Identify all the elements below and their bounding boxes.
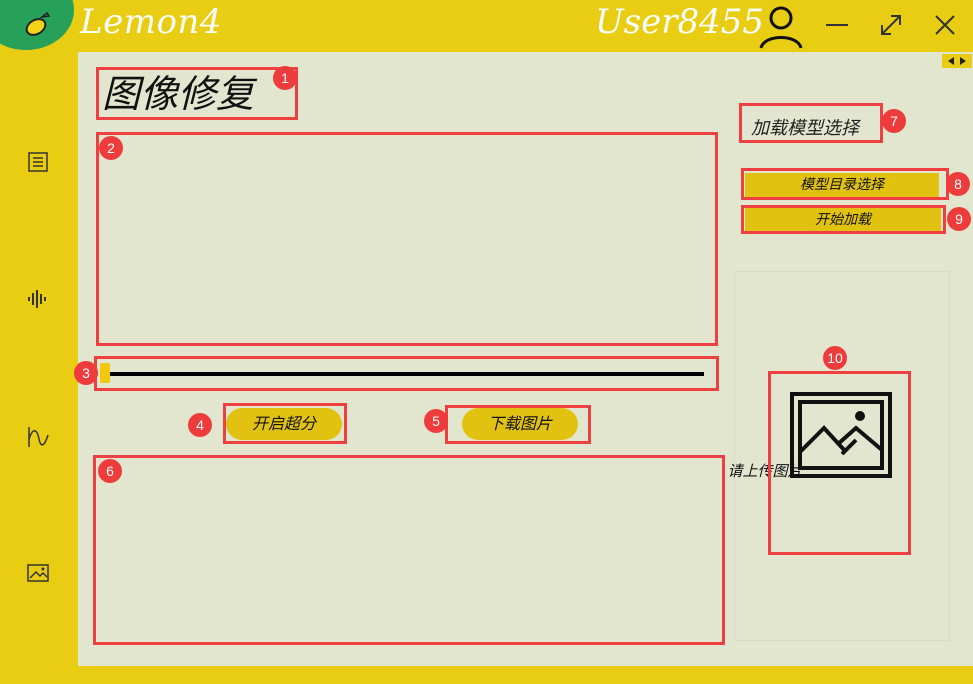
annotation-box-load-label (739, 103, 883, 143)
maximize-icon[interactable] (876, 10, 906, 40)
annotation-box-upload (768, 371, 911, 555)
lemon-logo-icon (25, 11, 51, 36)
title-bar: Lemon4 User8455 (0, 0, 973, 52)
annotation-box-super-resolution (223, 403, 347, 444)
annotation-badge: 10 (823, 346, 847, 370)
app-title: Lemon4 (80, 2, 222, 42)
document-icon[interactable] (26, 150, 50, 174)
annotation-box-input-area (96, 132, 718, 346)
annotation-badge: 8 (946, 172, 970, 196)
annotation-box-output-area (93, 455, 725, 645)
annotation-badge: 9 (947, 207, 971, 231)
annotation-badge: 5 (424, 409, 448, 433)
image-icon[interactable] (26, 561, 50, 585)
scroll-arrows-icon[interactable] (942, 54, 972, 68)
annotation-badge: 3 (74, 361, 98, 385)
audio-wave-icon[interactable] (26, 287, 50, 311)
close-icon[interactable] (930, 10, 960, 40)
annotation-box-slider (94, 356, 719, 391)
minimize-icon[interactable] (822, 10, 852, 40)
annotation-box-title (96, 67, 298, 120)
annotation-badge: 4 (188, 413, 212, 437)
user-avatar-icon[interactable] (758, 4, 804, 50)
annotation-badge: 1 (273, 66, 297, 90)
sidebar (0, 52, 78, 684)
annotation-badge: 7 (882, 109, 906, 133)
annotation-badge: 6 (98, 459, 122, 483)
annotation-box-model-dir (741, 168, 949, 200)
annotation-box-download (445, 405, 591, 444)
curve-icon[interactable] (26, 425, 50, 449)
annotation-box-start-load (741, 205, 946, 234)
user-name: User8455 (595, 2, 765, 42)
annotation-badge: 2 (99, 136, 123, 160)
